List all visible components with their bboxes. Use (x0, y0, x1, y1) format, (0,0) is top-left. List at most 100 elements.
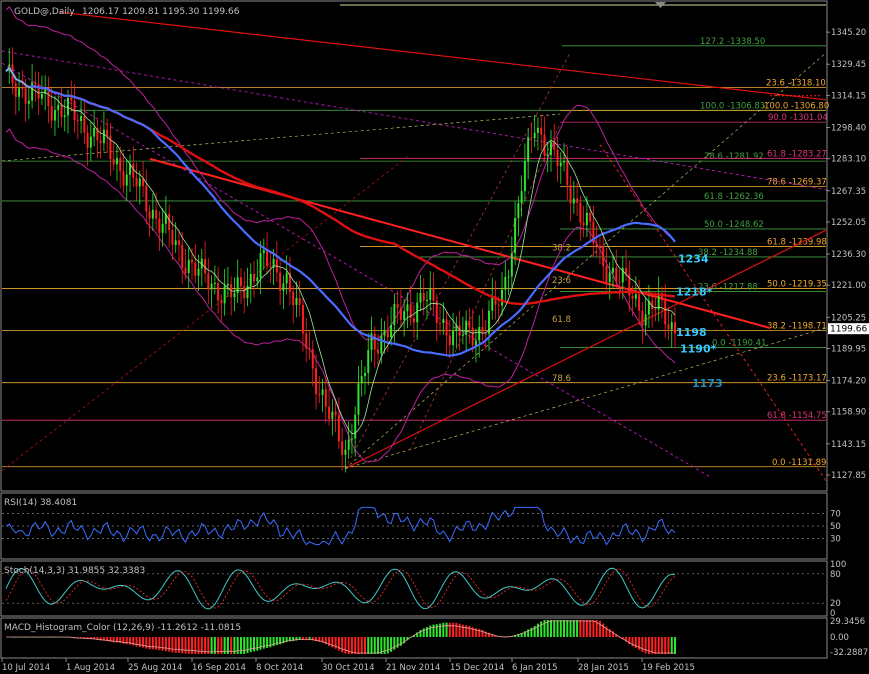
candle-body (517, 203, 520, 219)
candle-body (386, 329, 389, 338)
macd-histogram-bar (145, 637, 148, 649)
candle-body (181, 244, 184, 268)
candle-body (93, 128, 96, 137)
candle-body (253, 274, 255, 282)
candle-body (83, 116, 86, 133)
candle-body (63, 115, 66, 118)
macd-histogram-bar (654, 637, 657, 654)
candle-body (115, 158, 118, 165)
macd-histogram-bar (582, 620, 585, 637)
macd-histogram-bar (181, 637, 184, 654)
macd-histogram-bar (461, 624, 464, 637)
fib-level-label: 78.6 -1281.92 (704, 152, 764, 162)
y-tick-label: 1267.35 (831, 187, 866, 197)
macd-histogram-bar (670, 637, 673, 654)
macd-histogram-bar (151, 637, 154, 650)
candle-body (357, 383, 360, 415)
candle-body (403, 311, 406, 320)
candle-body (426, 299, 428, 301)
y-tick-label: 1314.15 (831, 91, 866, 101)
macd-histogram-bar (455, 622, 458, 637)
candle-body (585, 212, 588, 226)
y-tick-label: 1298.40 (831, 124, 866, 134)
macd-histogram-bar (566, 620, 569, 637)
macd-histogram-bar (367, 637, 370, 654)
macd-histogram-bar (262, 637, 265, 649)
candle-body (217, 282, 220, 301)
candle-body (171, 229, 174, 245)
candle-body (76, 119, 79, 121)
candle-body (634, 294, 637, 299)
candle-body (220, 300, 223, 304)
macd-histogram-bar (246, 637, 249, 654)
macd-histogram-bar (458, 623, 461, 637)
macd-histogram-bar (161, 637, 164, 651)
candle-body (174, 240, 177, 245)
candle-body (631, 295, 634, 299)
candle-body (89, 136, 92, 148)
macd-histogram-bar (429, 625, 432, 637)
x-tick-label: 25 Aug 2014 (128, 663, 182, 673)
candle-body (439, 322, 442, 324)
macd-histogram-bar (135, 637, 138, 647)
candle-body (161, 223, 164, 233)
x-tick-label: 10 Jul 2014 (2, 663, 50, 673)
candle-body (239, 277, 242, 286)
y-tick-label: 1174.20 (831, 377, 866, 387)
candle-body (148, 211, 151, 219)
candle-body (50, 105, 53, 121)
candle-body (399, 307, 402, 320)
candle-body (269, 266, 272, 268)
candle-body (191, 259, 193, 263)
candle-body (595, 243, 598, 246)
stoch-tick-label: 80 (830, 570, 841, 580)
candle-body (354, 414, 357, 439)
macd-histogram-bar (393, 637, 396, 650)
rsi-label: RSI(14) 38.4081 (4, 498, 77, 508)
inner-fib-label: 23.6 (552, 276, 571, 286)
candle-body (569, 184, 572, 204)
candle-body (605, 266, 608, 283)
fib-level-label: 0.0 -1190.41 (712, 339, 766, 349)
x-tick-label: 19 Feb 2015 (642, 663, 695, 673)
candle-body (579, 202, 582, 223)
candle-body (641, 310, 644, 326)
candle-body (520, 191, 523, 204)
macd-histogram-bar (370, 637, 373, 654)
macd-histogram-bar (138, 637, 141, 647)
gold-daily-chart[interactable]: 127.2 -1338.50 23.6 -1318.10 100.0 -1306.8… (0, 0, 869, 674)
candle-body (213, 282, 216, 284)
candle-body (112, 159, 115, 165)
candle-body (151, 209, 154, 219)
candle-body (305, 333, 308, 349)
candle-body (106, 129, 109, 136)
candle-body (308, 348, 311, 350)
candle-body (546, 154, 549, 156)
candle-body (572, 198, 575, 204)
candle-body (318, 394, 321, 396)
candle-body (138, 178, 141, 187)
macd-histogram-bar (344, 637, 347, 654)
macd-tick-label: -32.2887 (830, 648, 868, 658)
candle-body (533, 132, 536, 139)
candle-body (556, 149, 559, 167)
y-tick-label: 1283.10 (831, 155, 866, 165)
candle-body (155, 209, 158, 219)
macd-histogram-bar (191, 637, 194, 654)
candle-body (377, 349, 380, 354)
fib-level-label: 50.0 -1248.62 (704, 220, 764, 230)
candle-body (501, 289, 504, 306)
macd-histogram-bar (598, 620, 601, 637)
price-annotation: 1190* (680, 342, 717, 355)
y-tick-label: 1127.85 (831, 471, 866, 481)
last-price-value: 1199.66 (830, 325, 867, 335)
x-tick-label: 16 Sep 2014 (192, 663, 246, 673)
candle-body (279, 272, 282, 291)
candle-body (226, 283, 229, 286)
candle-body (57, 104, 60, 111)
macd-histogram-bar (184, 637, 187, 654)
candle-body (194, 262, 197, 276)
macd-histogram-bar (360, 637, 363, 654)
candle-body (442, 319, 445, 323)
macd-histogram-bar (657, 637, 660, 654)
